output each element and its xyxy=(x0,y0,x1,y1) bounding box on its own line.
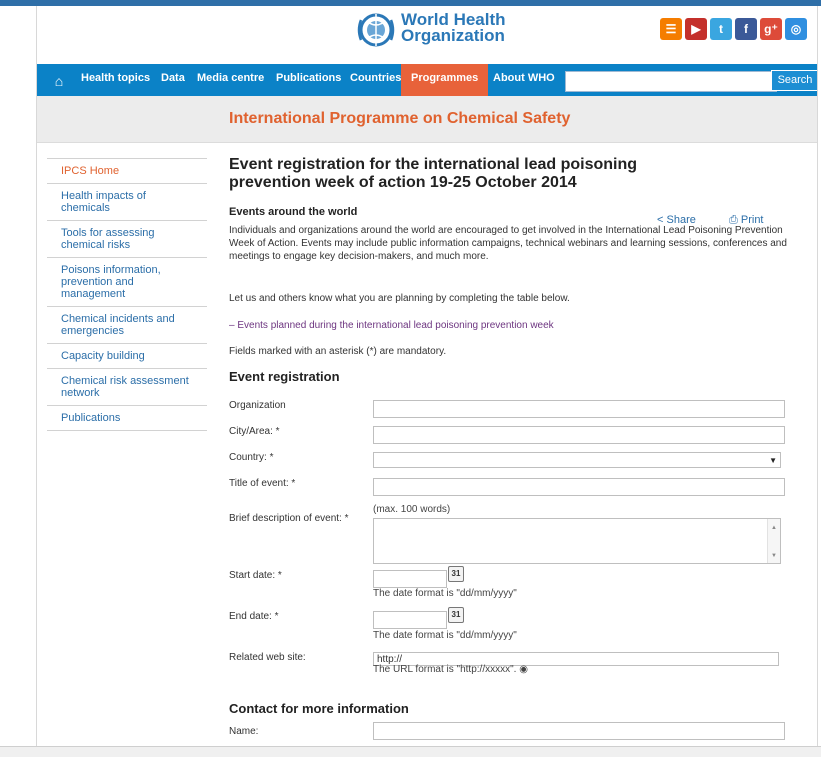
facebook-icon[interactable]: f xyxy=(735,18,757,40)
textarea-scrollbar[interactable]: ▲ ▼ xyxy=(767,519,780,563)
form-heading: Event registration xyxy=(229,369,340,384)
description-label: Brief description of event: * xyxy=(229,513,349,524)
mandatory-note: Fields marked with an asterisk (*) are m… xyxy=(229,346,447,357)
main-nav: ⌂ Health topics Data Media centre Public… xyxy=(37,64,817,96)
description-hint: (max. 100 words) xyxy=(373,504,451,515)
page: World Health Organization ☰ ▶ t f g⁺ ◎ ⌂… xyxy=(36,6,818,746)
website-label: Related web site: xyxy=(229,652,306,663)
search-input[interactable] xyxy=(565,71,777,92)
name-field[interactable] xyxy=(373,722,785,740)
sidebar-item-incidents[interactable]: Chemical incidents and emergencies xyxy=(47,307,207,344)
collapse-icon: – xyxy=(229,320,235,331)
scroll-down-icon: ▼ xyxy=(771,553,777,559)
header: World Health Organization ☰ ▶ t f g⁺ ◎ xyxy=(37,6,817,64)
organization-label: Organization xyxy=(229,400,286,411)
section-banner: International Programme on Chemical Safe… xyxy=(37,96,817,143)
instruction-paragraph: Let us and others know what you are plan… xyxy=(229,293,570,304)
end-date-field[interactable] xyxy=(373,611,447,629)
who-line2: Organization xyxy=(401,26,505,45)
scroll-up-icon: ▲ xyxy=(771,525,777,531)
nav-countries[interactable]: Countries xyxy=(350,64,401,96)
end-date-hint: The date format is "dd/mm/yyyy" xyxy=(373,630,517,641)
home-icon[interactable]: ⌂ xyxy=(47,72,71,90)
search-button[interactable]: Search xyxy=(771,70,817,91)
twitter-icon[interactable]: t xyxy=(710,18,732,40)
sidebar-item-ipcs-home[interactable]: IPCS Home xyxy=(47,158,207,184)
events-link[interactable]: – Events planned during the internationa… xyxy=(229,320,554,331)
name-label: Name: xyxy=(229,726,259,737)
event-title-field[interactable] xyxy=(373,478,785,496)
nav-media-centre[interactable]: Media centre xyxy=(197,64,264,96)
nav-about-who[interactable]: About WHO xyxy=(493,64,555,96)
sidebar-item-publications[interactable]: Publications xyxy=(47,406,207,431)
rss-icon[interactable]: ☰ xyxy=(660,18,682,40)
start-date-hint: The date format is "dd/mm/yyyy" xyxy=(373,588,517,599)
events-link-label: Events planned during the international … xyxy=(237,320,554,331)
organization-field[interactable] xyxy=(373,400,785,418)
browser-statusbar xyxy=(0,746,821,757)
nav-publications[interactable]: Publications xyxy=(276,64,341,96)
sidebar-item-poisons[interactable]: Poisons information, prevention and mana… xyxy=(47,258,207,307)
sidebar-item-network[interactable]: Chemical risk assessment network xyxy=(47,369,207,406)
sidebar-item-tools[interactable]: Tools for assessing chemical risks xyxy=(47,221,207,258)
sidebar-item-capacity[interactable]: Capacity building xyxy=(47,344,207,369)
calendar-icon[interactable]: 31 xyxy=(448,607,464,623)
city-label: City/Area: * xyxy=(229,426,280,437)
app-icon[interactable]: ◎ xyxy=(785,18,807,40)
contact-heading: Contact for more information xyxy=(229,701,409,716)
url-hint: The URL format is "http://xxxxx". ◉ xyxy=(373,664,528,675)
url-hint-text: The URL format is "http://xxxxx". xyxy=(373,664,517,675)
intro-paragraph: Individuals and organizations around the… xyxy=(229,225,787,262)
who-logo[interactable]: World Health Organization xyxy=(355,10,525,50)
who-emblem-icon xyxy=(357,13,395,47)
nav-programmes[interactable]: Programmes xyxy=(401,64,489,96)
country-select[interactable]: ▼ xyxy=(373,452,781,468)
eye-icon[interactable]: ◉ xyxy=(519,664,528,675)
calendar-icon[interactable]: 31 xyxy=(448,566,464,582)
chevron-down-icon: ▼ xyxy=(769,456,777,465)
googleplus-icon[interactable]: g⁺ xyxy=(760,18,782,40)
who-wordmark: World Health Organization xyxy=(401,11,506,45)
end-date-label: End date: * xyxy=(229,611,279,622)
section-title[interactable]: International Programme on Chemical Safe… xyxy=(229,110,570,128)
start-date-label: Start date: * xyxy=(229,570,282,581)
start-date-field[interactable] xyxy=(373,570,447,588)
main-content: Event registration for the international… xyxy=(229,156,789,740)
title-label: Title of event: * xyxy=(229,478,296,489)
sidebar-item-health-impacts[interactable]: Health impacts of chemicals xyxy=(47,184,207,221)
nav-data[interactable]: Data xyxy=(161,64,185,96)
sidebar: IPCS Home Health impacts of chemicals To… xyxy=(47,158,207,431)
page-title: Event registration for the international… xyxy=(229,156,638,191)
subheading: Events around the world xyxy=(229,206,358,218)
description-textarea[interactable]: ▲ ▼ xyxy=(373,518,781,564)
nav-health-topics[interactable]: Health topics xyxy=(81,64,150,96)
youtube-icon[interactable]: ▶ xyxy=(685,18,707,40)
country-label: Country: * xyxy=(229,452,274,463)
social-links: ☰ ▶ t f g⁺ ◎ xyxy=(660,18,807,40)
city-field[interactable] xyxy=(373,426,785,444)
